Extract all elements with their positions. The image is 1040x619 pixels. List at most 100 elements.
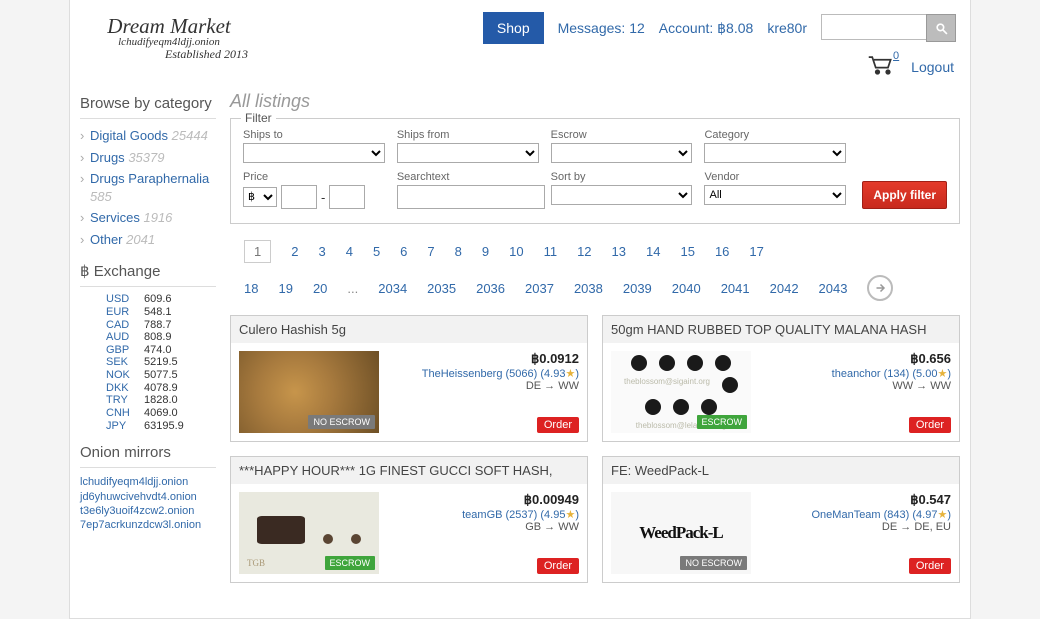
price-max-input[interactable]	[329, 185, 365, 209]
page-link[interactable]: 12	[577, 244, 591, 259]
shop-button[interactable]: Shop	[483, 12, 544, 44]
listing-title[interactable]: 50gm HAND RUBBED TOP QUALITY MALANA HASH	[603, 316, 959, 343]
listings-grid: Culero Hashish 5g NO ESCROW ฿0.0912 TheH…	[230, 315, 960, 583]
page-link[interactable]: 2043	[819, 281, 848, 296]
order-button[interactable]: Order	[537, 417, 579, 433]
page-title: All listings	[230, 83, 960, 118]
order-button[interactable]: Order	[909, 558, 951, 574]
page-link[interactable]: 11	[544, 244, 558, 259]
mirror-link[interactable]: lchudifyeqm4ldjj.onion	[80, 476, 188, 488]
page-link[interactable]: 2037	[525, 281, 554, 296]
page-link[interactable]: 2036	[476, 281, 505, 296]
exchange-rate: 5077.5	[144, 369, 178, 382]
page-link[interactable]: 9	[482, 244, 489, 259]
messages-link[interactable]: Messages: 12	[558, 20, 645, 36]
page-link[interactable]: 8	[455, 244, 462, 259]
listing-vendor[interactable]: OneManTeam (843) (4.97★)	[759, 508, 951, 521]
page-link[interactable]: 2038	[574, 281, 603, 296]
user-link[interactable]: kre80r	[767, 20, 807, 36]
account-link[interactable]: Account: ฿8.08	[659, 20, 754, 37]
page-link[interactable]: 4	[346, 244, 353, 259]
category-link[interactable]: Other	[90, 232, 123, 247]
category-link[interactable]: Services	[90, 210, 140, 225]
page-link[interactable]: 2040	[672, 281, 701, 296]
search-button[interactable]	[926, 14, 956, 42]
mirrors-heading: Onion mirrors	[80, 438, 216, 468]
listing-thumbnail[interactable]: TGB ESCROW	[239, 492, 379, 574]
exchange-rate: 474.0	[144, 344, 172, 357]
page-link[interactable]: 20	[313, 281, 327, 296]
page-link[interactable]: 5	[373, 244, 380, 259]
escrow-label: Escrow	[551, 129, 693, 141]
listing-vendor[interactable]: theanchor (134) (5.00★)	[759, 367, 951, 380]
category-link[interactable]: Drugs Paraphernalia	[90, 171, 209, 186]
logout-link[interactable]: Logout	[911, 59, 954, 75]
mirror-item: t3e6ly3uoif4zcw2.onion	[80, 503, 216, 517]
category-select[interactable]	[704, 143, 846, 163]
order-button[interactable]: Order	[909, 417, 951, 433]
exchange-rate: 63195.9	[144, 420, 184, 433]
escrow-badge: ESCROW	[325, 556, 376, 570]
listing-thumbnail[interactable]: WeedPack-L NO ESCROW	[611, 492, 751, 574]
mirror-link[interactable]: 7ep7acrkunzdcw3l.onion	[80, 519, 201, 531]
listing-title[interactable]: FE: WeedPack-L	[603, 457, 959, 484]
page-link[interactable]: 18	[244, 281, 258, 296]
mirror-link[interactable]: jd6yhuwcivehvdt4.onion	[80, 491, 197, 503]
page-link[interactable]: 2	[291, 244, 298, 259]
ships-to-label: Ships to	[243, 129, 385, 141]
listing-card: FE: WeedPack-L WeedPack-L NO ESCROW ฿0.5…	[602, 456, 960, 583]
ships-from-select[interactable]	[397, 143, 539, 163]
category-link[interactable]: Digital Goods	[90, 128, 168, 143]
page-link[interactable]: 15	[680, 244, 694, 259]
listing-vendor[interactable]: teamGB (2537) (4.95★)	[387, 508, 579, 521]
exchange-rate: 5219.5	[144, 356, 178, 369]
page-link[interactable]: 14	[646, 244, 660, 259]
vendor-select[interactable]: All	[704, 185, 846, 205]
page-link[interactable]: 10	[509, 244, 523, 259]
page-ellipsis: ...	[347, 281, 358, 296]
page-link[interactable]: 6	[400, 244, 407, 259]
page-link[interactable]: 2034	[378, 281, 407, 296]
listing-shipping: DE → WW	[387, 380, 579, 392]
page-link[interactable]: 2039	[623, 281, 652, 296]
price-min-input[interactable]	[281, 185, 317, 209]
page-link[interactable]: 17	[749, 244, 763, 259]
escrow-select[interactable]	[551, 143, 693, 163]
cart-count: 0	[893, 50, 899, 62]
page-link[interactable]: 2035	[427, 281, 456, 296]
page-link[interactable]: 7	[427, 244, 434, 259]
page-link[interactable]: 3	[318, 244, 325, 259]
star-icon: ★	[565, 368, 575, 380]
apply-filter-button[interactable]: Apply filter	[862, 181, 947, 209]
vendor-label: Vendor	[704, 171, 846, 183]
no-escrow-badge: NO ESCROW	[308, 415, 375, 429]
listing-title[interactable]: ***HAPPY HOUR*** 1G FINEST GUCCI SOFT HA…	[231, 457, 587, 484]
listing-vendor[interactable]: TheHeissenberg (5066) (4.93★)	[387, 367, 579, 380]
mirror-link[interactable]: t3e6ly3uoif4zcw2.onion	[80, 505, 194, 517]
search-input[interactable]	[821, 14, 926, 40]
exchange-currency: NOK	[106, 369, 134, 382]
cart-icon	[867, 54, 895, 76]
listing-shipping: GB → WW	[387, 521, 579, 533]
page-link[interactable]: 16	[715, 244, 729, 259]
page-link[interactable]: 19	[278, 281, 292, 296]
listing-price: ฿0.547	[759, 492, 951, 508]
page-link[interactable]: 2041	[721, 281, 750, 296]
listing-card: Culero Hashish 5g NO ESCROW ฿0.0912 TheH…	[230, 315, 588, 442]
ships-to-select[interactable]	[243, 143, 385, 163]
price-currency-select[interactable]: ฿	[243, 187, 277, 207]
listing-thumbnail[interactable]: NO ESCROW	[239, 351, 379, 433]
page-link[interactable]: 13	[612, 244, 626, 259]
next-page-button[interactable]	[867, 275, 893, 301]
price-label: Price	[243, 171, 385, 183]
searchtext-input[interactable]	[397, 185, 545, 209]
cart-button[interactable]: 0	[867, 54, 895, 79]
listing-title[interactable]: Culero Hashish 5g	[231, 316, 587, 343]
top-nav: Shop Messages: 12 Account: ฿8.08 kre80r	[483, 12, 956, 44]
order-button[interactable]: Order	[537, 558, 579, 574]
listing-thumbnail[interactable]: theblossom@sigaint.org theblossom@lelant…	[611, 351, 751, 433]
page-link[interactable]: 2042	[770, 281, 799, 296]
category-link[interactable]: Drugs	[90, 150, 125, 165]
star-icon: ★	[937, 368, 947, 380]
sortby-select[interactable]	[551, 185, 693, 205]
